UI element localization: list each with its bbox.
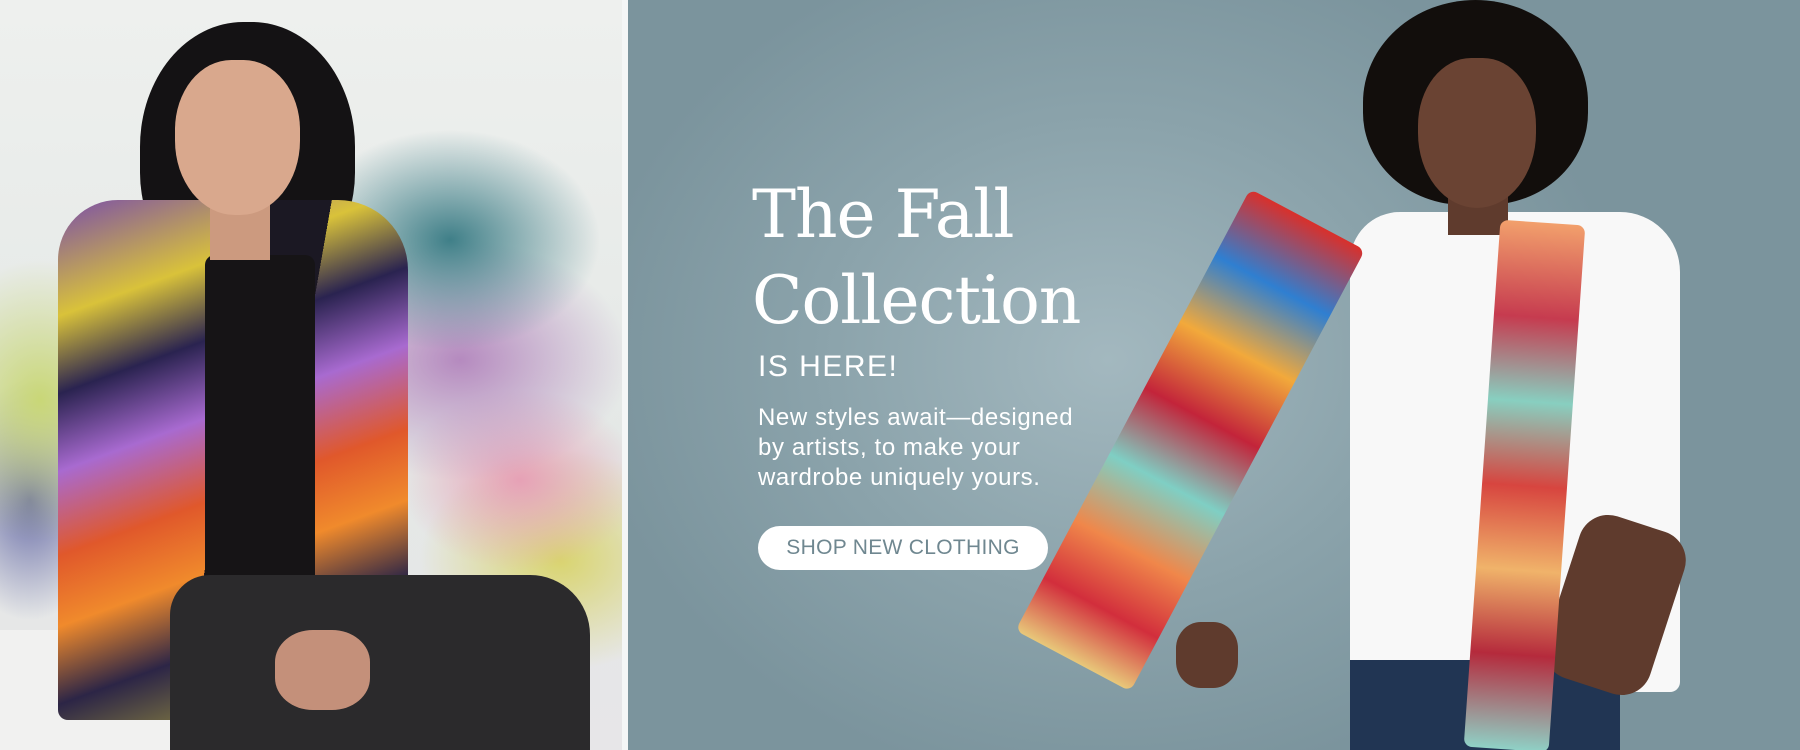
hero-banner: The Fall Collection IS HERE! New styles a…: [0, 0, 1800, 750]
promo-description-line-3: wardrobe uniquely yours.: [758, 464, 1041, 491]
headline-line-1: The Fall: [752, 176, 1014, 253]
promo-description-line-1: New styles await—designed: [758, 404, 1074, 431]
headline-line-2: Collection: [752, 262, 1081, 339]
promo-description-line-2: by artists, to make your: [758, 434, 1021, 461]
black-top: [205, 255, 315, 615]
shop-new-clothing-button[interactable]: SHOP NEW CLOTHING: [758, 526, 1048, 570]
model-face-right: [1418, 58, 1536, 208]
headline: The Fall Collection: [752, 172, 1172, 344]
black-pants: [170, 575, 590, 750]
model-face: [175, 60, 300, 215]
subheadline: IS HERE!: [758, 350, 899, 383]
model-hand-right: [1176, 622, 1238, 688]
model-hands: [275, 630, 370, 710]
promo-description: New styles await—designed by artists, to …: [758, 403, 1138, 493]
model-photo-left: [0, 0, 622, 750]
